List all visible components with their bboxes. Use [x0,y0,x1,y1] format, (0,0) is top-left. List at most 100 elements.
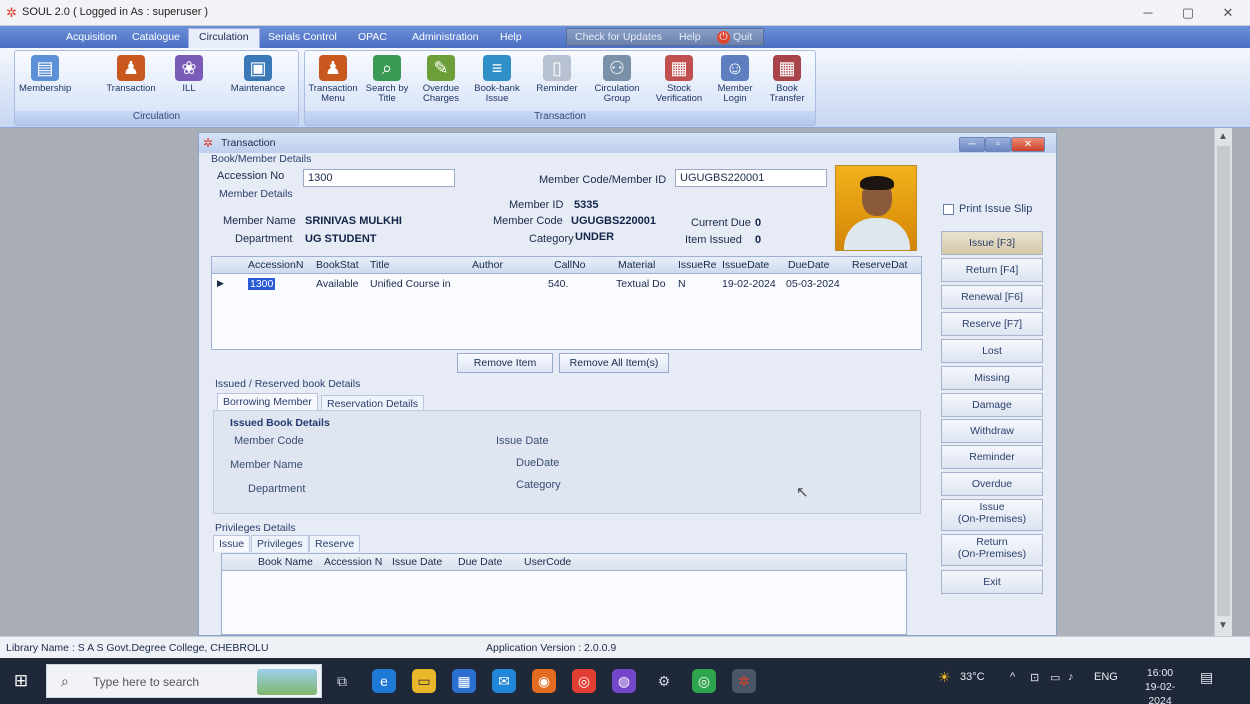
member-code-input[interactable] [675,169,827,187]
bookbank-issue-button[interactable]: ≡ Book-bank Issue [471,55,523,111]
app-purple-icon[interactable]: ◍ [612,669,636,693]
reserve-button[interactable]: Reserve [F7] [941,312,1043,336]
tx-restore-button[interactable]: ▫ [985,137,1011,152]
col-issuere[interactable]: IssueRe [678,259,717,271]
taskbar-clock[interactable]: 16:00 19-02-2024 [1135,666,1185,704]
col-callno[interactable]: CallNo [554,259,586,271]
table-row[interactable]: ▶ 1300 Available Unified Course in 540. … [212,276,921,292]
issued-book-panel: Issued Book Details Member Code Member N… [213,410,921,514]
transaction-button[interactable]: ♟ Transaction [105,55,157,111]
file-explorer-icon[interactable]: ▭ [412,669,436,693]
close-button[interactable]: ✕ [1208,4,1248,22]
damage-button[interactable]: Damage [941,393,1043,417]
col-title[interactable]: Title [370,259,389,271]
member-login-button[interactable]: ☺ Member Login [709,55,761,111]
col-accession[interactable]: AccessionN [248,259,303,271]
mail-icon[interactable]: ✉ [492,669,516,693]
tab-priv-issue[interactable]: Issue [213,535,251,552]
volume-icon[interactable]: ♪ [1068,671,1074,683]
edge-icon[interactable]: e [372,669,396,693]
menu-tab-opac[interactable]: OPAC [348,29,397,46]
store-icon[interactable]: ▦ [452,669,476,693]
menu-tab-acquisition[interactable]: Acquisition [56,29,127,46]
reminder-ribbon-button[interactable]: ▯ Reminder [531,55,583,111]
settings-gear-icon[interactable]: ⚙ [652,669,676,693]
issue-button[interactable]: Issue [F3] [941,231,1043,255]
renewal-button[interactable]: Renewal [F6] [941,285,1043,309]
pcol-book-name[interactable]: Book Name [258,556,313,568]
remove-item-button[interactable]: Remove Item [457,353,553,373]
exit-button[interactable]: Exit [941,570,1043,594]
col-duedate[interactable]: DueDate [788,259,829,271]
minimize-button[interactable]: ─ [1128,4,1168,22]
quit-link[interactable]: Quit [733,31,752,43]
privileges-grid[interactable]: Book Name Accession N Issue Date Due Dat… [221,553,907,635]
firefox-icon[interactable]: ◉ [532,669,556,693]
pcol-accession[interactable]: Accession N [324,556,382,568]
withdraw-button[interactable]: Withdraw [941,419,1043,443]
membership-button[interactable]: ▤ Membership [19,55,71,111]
menu-tab-help[interactable]: Help [490,29,532,46]
temperature[interactable]: 33°C [960,671,985,683]
tray-network-icon[interactable]: ⊡ [1030,671,1039,684]
soul-taskbar-icon[interactable]: ✲ [732,669,756,693]
vertical-scrollbar[interactable]: ▲ ▼ [1214,128,1232,636]
remove-all-items-button[interactable]: Remove All Item(s) [559,353,669,373]
ill-button[interactable]: ❀ ILL [163,55,215,111]
accession-input[interactable] [303,169,455,187]
pcol-due-date[interactable]: Due Date [458,556,502,568]
tray-display-icon[interactable]: ▭ [1050,671,1060,684]
scroll-down-icon[interactable]: ▼ [1218,620,1228,631]
menu-tab-administration[interactable]: Administration [402,29,489,46]
pcol-usercode[interactable]: UserCode [524,556,571,568]
search-icon: ⌕ [61,673,69,689]
lost-button[interactable]: Lost [941,339,1043,363]
menu-tab-circulation[interactable]: Circulation [188,28,260,48]
windows-start-icon[interactable]: ⊞ [10,670,32,692]
overdue-button[interactable]: Overdue [941,472,1043,496]
col-author[interactable]: Author [472,259,503,271]
search-by-title-button[interactable]: ⌕ Search by Title [361,55,413,111]
help-link[interactable]: Help [679,31,701,43]
scroll-up-icon[interactable]: ▲ [1218,131,1228,142]
reminder-button[interactable]: Reminder [941,445,1043,469]
check-updates-link[interactable]: Check for Updates [575,31,662,43]
tab-borrowing-member[interactable]: Borrowing Member [217,393,318,410]
task-view-icon[interactable]: ⧉ [330,669,354,693]
return-button[interactable]: Return [F4] [941,258,1043,282]
overdue-charges-button[interactable]: ✎ Overdue Charges [415,55,467,111]
power-icon[interactable]: ⏻ [717,31,730,44]
book-transfer-button[interactable]: ▦ Book Transfer [761,55,813,111]
return-on-premises-button[interactable]: Return (On-Premises) [941,534,1043,566]
scroll-thumb[interactable] [1217,146,1230,616]
tx-minimize-button[interactable]: ─ [959,137,985,152]
col-reservedate[interactable]: ReserveDat [852,259,907,271]
chrome-icon[interactable]: ◎ [692,669,716,693]
tx-close-button[interactable]: ✕ [1011,137,1045,152]
tray-chevron-icon[interactable]: ^ [1010,671,1015,683]
language-indicator[interactable]: ENG [1094,671,1118,683]
ib-member-name-label: Member Name [230,459,303,471]
missing-button[interactable]: Missing [941,366,1043,390]
col-bookstat[interactable]: BookStat [316,259,359,271]
circulation-group-button[interactable]: ⚇ Circulation Group [591,55,643,111]
items-grid[interactable]: AccessionN BookStat Title Author CallNo … [211,256,922,350]
pcol-issue-date[interactable]: Issue Date [392,556,442,568]
taskbar-search[interactable]: ⌕ Type here to search [46,664,322,698]
transaction-menu-button[interactable]: ♟ Transaction Menu [307,55,359,111]
col-material[interactable]: Material [618,259,655,271]
category-value: UNDER [575,231,615,243]
print-issue-slip-checkbox[interactable] [943,204,954,215]
tab-priv-reserve[interactable]: Reserve [309,535,361,552]
notification-icon[interactable]: ▤ [1200,669,1213,686]
chrome-profile-icon[interactable]: ◎ [572,669,596,693]
maintenance-button[interactable]: ▣ Maintenance [225,55,291,111]
maximize-button[interactable]: ▢ [1168,4,1208,22]
tab-priv-privileges[interactable]: Privileges [251,535,309,552]
row-accession[interactable]: 1300 [248,278,276,290]
col-issuedate[interactable]: IssueDate [722,259,769,271]
stock-verification-button[interactable]: ▦ Stock Verification [653,55,705,111]
menu-tab-serials-control[interactable]: Serials Control [258,29,347,46]
issue-on-premises-button[interactable]: Issue (On-Premises) [941,499,1043,531]
menu-tab-catalogue[interactable]: Catalogue [122,29,190,46]
